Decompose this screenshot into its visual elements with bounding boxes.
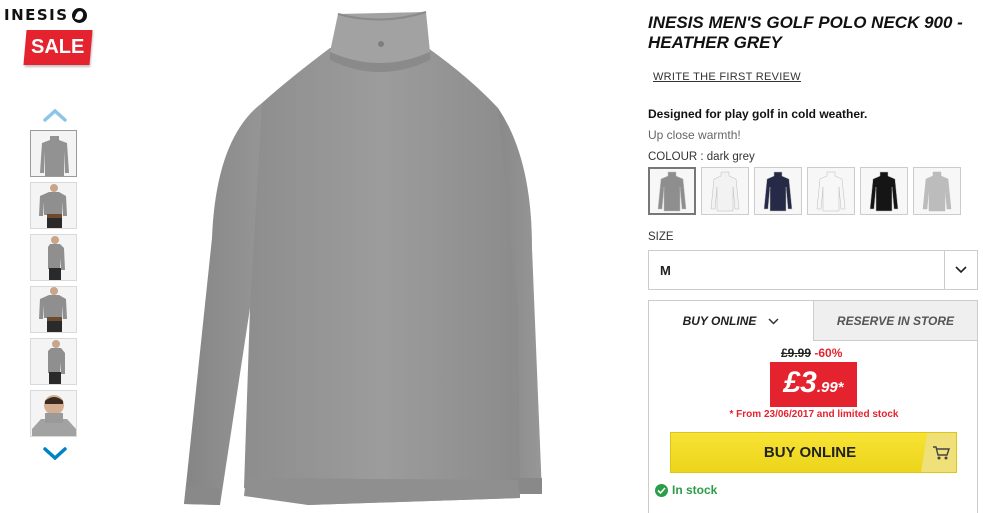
chevron-down-icon <box>768 317 779 325</box>
colour-label: COLOUR : dark grey <box>648 151 755 163</box>
thumbnail-model-front[interactable] <box>30 182 77 229</box>
price-note: * From 23/06/2017 and limited stock <box>729 409 899 420</box>
thumbnail-front[interactable] <box>30 130 77 177</box>
thumbnail-model-front-2[interactable] <box>30 286 77 333</box>
colour-swatch[interactable] <box>913 167 961 215</box>
product-subtitle: Up close warmth! <box>648 128 741 142</box>
size-value: M <box>660 262 671 278</box>
cart-icon <box>921 433 956 472</box>
purchase-panel: BUY ONLINE RESERVE IN STORE £9.99 -60% £… <box>648 300 978 513</box>
current-price: £3.99* <box>770 362 857 407</box>
thumbnail-collar-closeup[interactable] <box>30 390 77 437</box>
product-title: INESIS MEN'S GOLF POLO NECK 900 - HEATHE… <box>648 13 963 52</box>
product-main-image[interactable] <box>180 8 556 508</box>
colour-swatch[interactable] <box>648 167 696 215</box>
chevron-down-icon <box>944 251 977 289</box>
thumbnail-model-side[interactable] <box>30 234 77 281</box>
thumbnail-scroll-down-icon[interactable] <box>43 446 67 460</box>
thumbnail-model-side-2[interactable] <box>30 338 77 385</box>
old-price-value: £9.99 <box>781 346 812 360</box>
colour-swatches <box>648 167 961 215</box>
colour-swatch[interactable] <box>860 167 908 215</box>
colour-swatch[interactable] <box>701 167 749 215</box>
buy-online-button-label: BUY ONLINE <box>763 444 857 461</box>
product-description: Designed for play golf in cold weather. <box>648 107 868 121</box>
thumbnail-list <box>30 130 78 442</box>
tab-buy-online[interactable]: BUY ONLINE <box>649 301 813 341</box>
size-select[interactable]: M <box>648 250 978 290</box>
check-circle-icon <box>655 483 668 497</box>
discount-percent: -60% <box>814 346 843 360</box>
brand-logo[interactable]: INESIS <box>4 6 87 24</box>
price-decimals: .99* <box>816 379 844 396</box>
write-review-link[interactable]: WRITE THE FIRST REVIEW <box>653 71 801 83</box>
colour-swatch[interactable] <box>807 167 855 215</box>
price-main: £3 <box>783 366 817 399</box>
brand-mark-icon <box>71 7 87 23</box>
sale-badge-label: SALE <box>31 36 85 58</box>
thumbnail-scroll-up-icon[interactable] <box>43 108 67 122</box>
brand-name: INESIS <box>4 6 69 24</box>
old-price: £9.99 -60% <box>781 346 842 360</box>
tab-reserve-in-store[interactable]: RESERVE IN STORE <box>813 301 977 341</box>
colour-swatch[interactable] <box>754 167 802 215</box>
size-label: SIZE <box>648 231 674 243</box>
purchase-tabs: BUY ONLINE RESERVE IN STORE <box>649 301 977 341</box>
stock-status: In stock <box>655 483 717 497</box>
tab-buy-online-label: BUY ONLINE <box>682 314 757 328</box>
tab-reserve-in-store-label: RESERVE IN STORE <box>836 313 955 328</box>
stock-label: In stock <box>672 483 718 497</box>
buy-online-button[interactable]: BUY ONLINE <box>670 432 957 473</box>
sale-badge: SALE <box>23 30 93 65</box>
